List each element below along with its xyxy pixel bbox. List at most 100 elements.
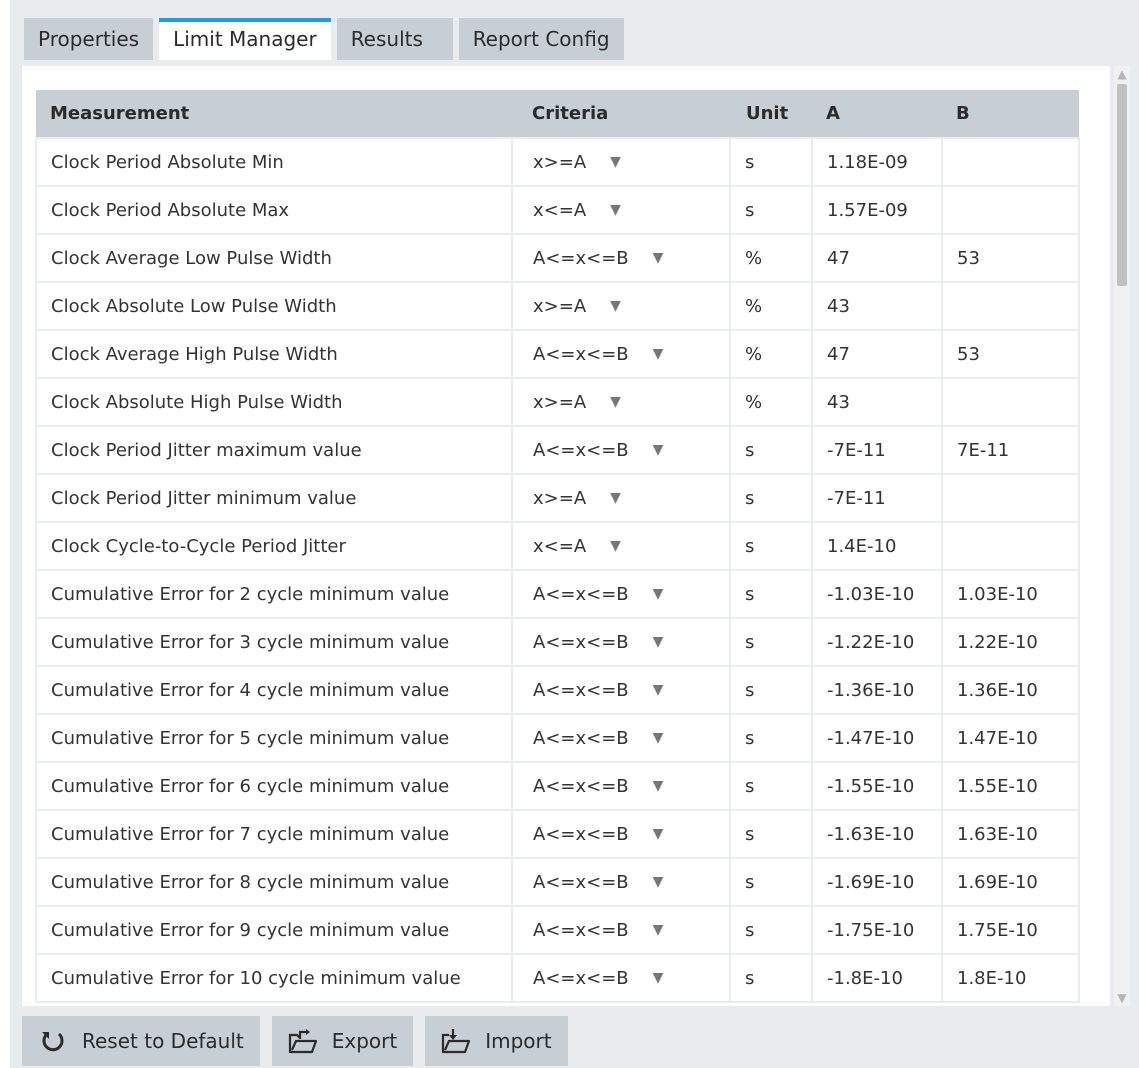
criteria-value: A<=x<=B (533, 583, 629, 605)
criteria-dropdown[interactable]: A<=x<=B ▼ (511, 665, 731, 715)
limit-a-field[interactable]: 1.18E-09 (811, 137, 943, 187)
criteria-dropdown[interactable]: A<=x<=B ▼ (511, 953, 731, 1003)
limit-a-field[interactable]: -1.36E-10 (811, 665, 943, 715)
tab-properties[interactable]: Properties (24, 18, 154, 60)
limit-b-field[interactable] (941, 473, 1080, 523)
chevron-down-icon[interactable]: ▼ (653, 874, 664, 890)
limit-a-field[interactable]: -1.69E-10 (811, 857, 943, 907)
vertical-scrollbar[interactable]: ▲ ▼ (1114, 66, 1130, 1006)
limit-b-field[interactable] (941, 137, 1080, 187)
criteria-dropdown[interactable]: A<=x<=B ▼ (511, 233, 731, 283)
limit-a-field[interactable]: -1.8E-10 (811, 953, 943, 1003)
criteria-dropdown[interactable]: x>=A ▼ (511, 377, 731, 427)
limit-b-field[interactable]: 1.36E-10 (941, 665, 1080, 715)
tab-results[interactable]: Results (336, 18, 453, 60)
import-label: Import (485, 1029, 552, 1053)
chevron-down-icon[interactable]: ▼ (610, 154, 621, 170)
limit-a-field[interactable]: -1.75E-10 (811, 905, 943, 955)
limit-b-field[interactable]: 1.47E-10 (941, 713, 1080, 763)
criteria-dropdown[interactable]: x>=A ▼ (511, 281, 731, 331)
limit-b-field[interactable]: 53 (941, 233, 1080, 283)
criteria-dropdown[interactable]: x>=A ▼ (511, 137, 731, 187)
limit-b-field[interactable]: 1.75E-10 (941, 905, 1080, 955)
scroll-thumb[interactable] (1117, 84, 1127, 286)
table-row: Clock Period Absolute Max x<=A ▼ s 1.57E-09 (35, 185, 1080, 235)
chevron-down-icon[interactable]: ▼ (653, 826, 664, 842)
measurement-cell: Cumulative Error for 2 cycle minimum val… (35, 569, 513, 619)
limit-b-field[interactable]: 1.55E-10 (941, 761, 1080, 811)
limit-a-field[interactable]: 47 (811, 233, 943, 283)
limit-a-field[interactable]: -1.63E-10 (811, 809, 943, 859)
unit-cell: % (729, 281, 813, 331)
tab-report-config[interactable]: Report Config (458, 18, 624, 60)
criteria-dropdown[interactable]: A<=x<=B ▼ (511, 761, 731, 811)
export-button[interactable]: Export (271, 1016, 414, 1066)
measurement-cell: Cumulative Error for 4 cycle minimum val… (35, 665, 513, 715)
criteria-value: A<=x<=B (533, 823, 629, 845)
criteria-dropdown[interactable]: x>=A ▼ (511, 473, 731, 523)
chevron-down-icon[interactable]: ▼ (610, 202, 621, 218)
table-row: Clock Average High Pulse Width A<=x<=B ▼% 4… (35, 329, 1080, 379)
criteria-dropdown[interactable]: A<=x<=B ▼ (511, 329, 731, 379)
limit-a-field[interactable]: -1.03E-10 (811, 569, 943, 619)
criteria-dropdown[interactable]: x<=A ▼ (511, 185, 731, 235)
limit-b-field[interactable] (941, 185, 1080, 235)
limit-b-field[interactable]: 1.69E-10 (941, 857, 1080, 907)
reset-to-default-button[interactable]: Reset to Default (22, 1016, 260, 1066)
limit-a-field[interactable]: 43 (811, 377, 943, 427)
chevron-down-icon[interactable]: ▼ (610, 490, 621, 506)
import-button[interactable]: Import (425, 1016, 568, 1066)
criteria-dropdown[interactable]: A<=x<=B ▼ (511, 617, 731, 667)
limit-a-field[interactable]: -1.47E-10 (811, 713, 943, 763)
chevron-down-icon[interactable]: ▼ (653, 346, 664, 362)
table-row: Cumulative Error for 9 cycle minimum val… (35, 905, 1080, 955)
limit-a-field[interactable]: -7E-11 (811, 473, 943, 523)
limit-b-field[interactable]: 1.22E-10 (941, 617, 1080, 667)
chevron-down-icon[interactable]: ▼ (653, 970, 664, 986)
limit-b-field[interactable] (941, 521, 1080, 571)
criteria-dropdown[interactable]: A<=x<=B ▼ (511, 905, 731, 955)
criteria-dropdown[interactable]: A<=x<=B ▼ (511, 857, 731, 907)
limits-table: Measurement Criteria Unit A B Clock Peri… (35, 90, 1080, 1003)
chevron-down-icon[interactable]: ▼ (610, 298, 621, 314)
criteria-dropdown[interactable]: A<=x<=B ▼ (511, 425, 731, 475)
limit-a-field[interactable]: -1.22E-10 (811, 617, 943, 667)
table-row: Cumulative Error for 7 cycle minimum val… (35, 809, 1080, 859)
measurement-cell: Clock Period Jitter maximum value (35, 425, 513, 475)
limit-b-field[interactable]: 1.8E-10 (941, 953, 1080, 1003)
scroll-down-arrow-icon[interactable]: ▼ (1114, 990, 1130, 1006)
table-row: Clock Cycle-to-Cycle Period Jitter x<=A ▼ s… (35, 521, 1080, 571)
chevron-down-icon[interactable]: ▼ (653, 586, 664, 602)
limit-b-field[interactable] (941, 281, 1080, 331)
limit-a-field[interactable]: -1.55E-10 (811, 761, 943, 811)
limit-b-field[interactable]: 1.63E-10 (941, 809, 1080, 859)
measurement-cell: Cumulative Error for 10 cycle minimum va… (35, 953, 513, 1003)
unit-cell: s (729, 185, 813, 235)
scroll-up-arrow-icon[interactable]: ▲ (1114, 66, 1130, 82)
limit-a-field[interactable]: 47 (811, 329, 943, 379)
limit-b-field[interactable]: 53 (941, 329, 1080, 379)
chevron-down-icon[interactable]: ▼ (653, 442, 664, 458)
chevron-down-icon[interactable]: ▼ (653, 250, 664, 266)
criteria-dropdown[interactable]: A<=x<=B ▼ (511, 809, 731, 859)
criteria-dropdown[interactable]: A<=x<=B ▼ (511, 569, 731, 619)
limit-b-field[interactable] (941, 377, 1080, 427)
chevron-down-icon[interactable]: ▼ (610, 538, 621, 554)
limit-b-field[interactable]: 1.03E-10 (941, 569, 1080, 619)
limit-a-field[interactable]: 43 (811, 281, 943, 331)
limit-a-field[interactable]: 1.4E-10 (811, 521, 943, 571)
header-measurement: Measurement (36, 90, 512, 138)
criteria-dropdown[interactable]: x<=A ▼ (511, 521, 731, 571)
chevron-down-icon[interactable]: ▼ (653, 730, 664, 746)
chevron-down-icon[interactable]: ▼ (653, 634, 664, 650)
chevron-down-icon[interactable]: ▼ (653, 922, 664, 938)
limit-a-field[interactable]: -7E-11 (811, 425, 943, 475)
chevron-down-icon[interactable]: ▼ (653, 778, 664, 794)
limit-b-field[interactable]: 7E-11 (941, 425, 1080, 475)
chevron-down-icon[interactable]: ▼ (653, 682, 664, 698)
limit-a-field[interactable]: 1.57E-09 (811, 185, 943, 235)
tab-limit-manager[interactable]: Limit Manager (159, 18, 331, 60)
criteria-dropdown[interactable]: A<=x<=B ▼ (511, 713, 731, 763)
chevron-down-icon[interactable]: ▼ (610, 394, 621, 410)
export-icon (288, 1028, 318, 1054)
